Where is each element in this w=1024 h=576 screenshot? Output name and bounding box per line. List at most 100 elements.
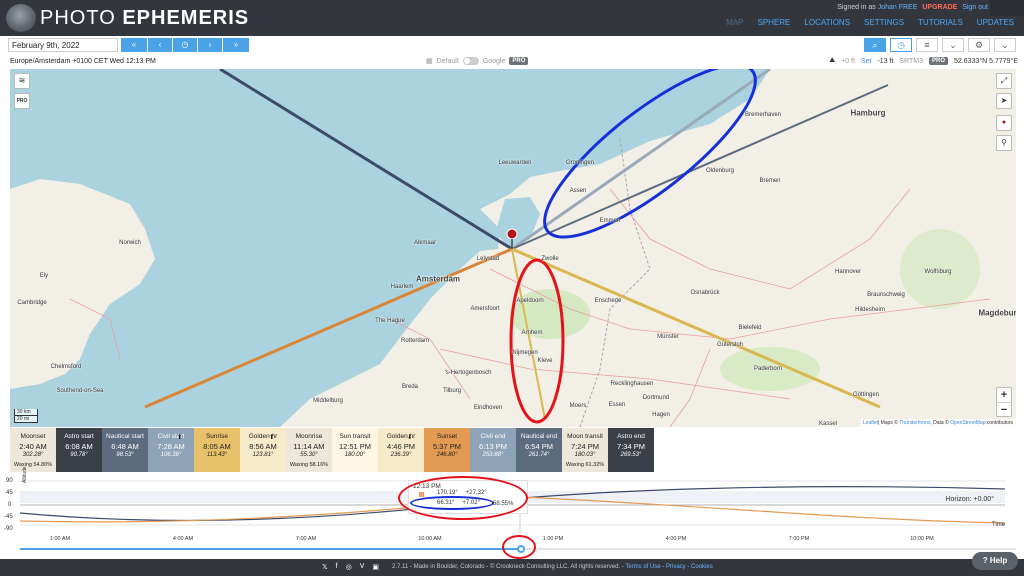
nav-settings[interactable]: SETTINGS (864, 18, 904, 27)
event-tile[interactable]: Astro end 7:34 PM 269.53° (608, 428, 654, 472)
clock-button[interactable]: ◷ (890, 38, 912, 52)
cookies-link[interactable]: Cookies (691, 564, 713, 570)
date-input[interactable] (8, 38, 118, 52)
gear-button[interactable]: ⚙ (968, 38, 990, 52)
locate-icon[interactable]: ➤ (996, 93, 1012, 109)
menu-caret-button[interactable]: ⌄ (942, 38, 964, 52)
set-elevation-link[interactable]: Set (861, 58, 872, 65)
map-label: Emmen (599, 218, 621, 224)
event-tile[interactable]: Nautical start 6:48 AM 98.53° (102, 428, 148, 472)
time-slider-filled[interactable] (20, 548, 520, 550)
app-header: PHOTO EPHEMERIS Signed in as Johan FREE … (0, 0, 1024, 36)
upgrade-link[interactable]: UPGRADE (922, 4, 957, 11)
map-label: Enschede (594, 298, 622, 304)
menu-button[interactable]: ≡ (916, 38, 938, 52)
event-time: 6:48 AM (111, 441, 139, 451)
map-label: Bremerhaven (744, 112, 782, 118)
event-tile[interactable]: Civil end 6:13 PM 253.88° (470, 428, 516, 472)
map-icon: ▦ (426, 58, 433, 65)
annotation-red-ellipse (509, 258, 565, 424)
search-button[interactable]: ⌕ (864, 38, 886, 52)
layers-button[interactable]: ≋ (14, 73, 30, 89)
time-tick: 4:00 PM (665, 536, 687, 542)
prev-day-button[interactable]: « (121, 38, 147, 52)
map-label: Amsterdam (415, 274, 461, 284)
footer-slider-widget[interactable] (10, 561, 70, 573)
help-icon: ? (982, 556, 988, 565)
map-label: Hildesheim (855, 307, 885, 313)
nav-updates[interactable]: UPDATES (977, 18, 1014, 27)
terms-link[interactable]: Terms of Use (625, 564, 660, 570)
event-tile[interactable]: Golden hr 8:56 AM 123.81° (240, 428, 286, 472)
map-label: Hamburg (850, 108, 886, 118)
version-text: 2.7.11 - Made in Boulder, Colorado - © C… (392, 564, 626, 570)
instagram-icon[interactable]: ◎ (346, 563, 352, 571)
toolbar: « ‹ ◷ › » ⌕ ◷ ≡ ⌄ ⚙ ⌄ (0, 36, 1024, 54)
osm-link[interactable]: OpenStreetMap (950, 420, 985, 426)
map-google-label: Google (482, 57, 506, 65)
user-link[interactable]: Johan FREE (878, 4, 918, 11)
attrib-maps-text: | Maps © (877, 420, 900, 426)
event-label: Civil start (157, 433, 185, 440)
thunderforest-link[interactable]: Thunderforest (899, 420, 930, 426)
event-time: 7:24 PM (571, 441, 599, 451)
sign-out-link[interactable]: Sign out (962, 4, 988, 11)
zoom-in-button[interactable]: + (997, 388, 1011, 402)
vimeo-icon[interactable]: V (360, 563, 365, 571)
next-step-button[interactable]: › (198, 38, 222, 52)
nav-sphere[interactable]: SPHERE (757, 18, 790, 27)
event-label: Nautical start (106, 433, 144, 440)
nav-map[interactable]: MAP (726, 18, 743, 27)
nav-tutorials[interactable]: TUTORIALS (918, 18, 963, 27)
y-tick: -90 (4, 526, 13, 532)
event-time: 8:56 AM (249, 441, 277, 451)
event-tile[interactable]: Sunset ⬇ 5:37 PM 246.80° (407, 428, 470, 472)
pro-map-button[interactable]: PRO (14, 93, 30, 109)
y-axis-label: Altitude (22, 466, 28, 483)
secondary-pin-icon[interactable]: ⚲ (996, 135, 1012, 151)
blog-icon[interactable]: ▣ (372, 563, 379, 571)
map-canvas (10, 69, 991, 427)
event-azimuth: 246.80° (436, 452, 458, 458)
privacy-link[interactable]: Privacy (666, 564, 686, 570)
pin-icon[interactable]: ● (996, 115, 1012, 131)
event-tile[interactable]: Moonrise ⬆ 11:14 AM 55.30° Waxing 58.16% (269, 428, 332, 472)
map-label: Eindhoven (473, 405, 503, 411)
now-button[interactable]: ◷ (173, 38, 197, 52)
event-tile[interactable]: Moon transit 7:24 PM 180.03° Waxing 61.32% (562, 428, 608, 472)
map-view[interactable]: Bremerhaven Hamburg Leeuwarden Groningen… (10, 69, 1016, 427)
event-azimuth: 55.30° (300, 452, 318, 458)
map-source-toggle: ▦ Default Google PRO (426, 57, 529, 65)
time-tick: 7:00 PM (788, 536, 810, 542)
event-tile[interactable]: Golden hr 4:46 PM 236.39° (378, 428, 424, 472)
event-tile[interactable]: Nautical end 6:54 PM 261.74° (516, 428, 562, 472)
leaflet-link[interactable]: Leaflet (863, 420, 878, 426)
map-label: Münster (657, 334, 679, 340)
help-button[interactable]: ? Help (972, 552, 1018, 570)
map-source-switch[interactable] (462, 57, 479, 65)
event-tile[interactable]: Moonset⬇2:40 AM302.28°Waxing 54.80% (10, 428, 56, 472)
prev-step-button[interactable]: ‹ (148, 38, 172, 52)
attrib-contrib-text: contributors (985, 420, 1013, 426)
event-tile[interactable]: Civil start 7:28 AM 106.36° (148, 428, 194, 472)
elevation-marker: +0 ft (841, 57, 855, 65)
fullscreen-button[interactable]: ⤢ (996, 73, 1012, 89)
map-label: Kleve (537, 358, 553, 364)
info-bar: Europe/Amsterdam +0100 CET Wed 12:13 PM … (0, 54, 1024, 68)
event-tile[interactable]: Astro start 6:08 AM 90.78° (56, 428, 102, 472)
zoom-control: + − (996, 387, 1012, 417)
twitter-icon[interactable]: 𝕏 (322, 563, 328, 571)
nav-locations[interactable]: LOCATIONS (804, 18, 850, 27)
map-label: Bielefeld (738, 325, 762, 331)
gear-caret-button[interactable]: ⌄ (994, 38, 1016, 52)
zoom-out-button[interactable]: − (997, 402, 1011, 416)
next-day-button[interactable]: » (223, 38, 249, 52)
time-slider-track[interactable] (520, 548, 1016, 550)
event-tile[interactable]: Sunrise ⬆ 8:05 AM 113.43° (177, 428, 240, 472)
facebook-icon[interactable]: f (336, 563, 338, 571)
event-time: 7:28 AM (157, 441, 185, 451)
event-azimuth: 98.53° (116, 452, 134, 458)
event-tile[interactable]: Sun transit 12:51 PM 180.00° (332, 428, 378, 472)
event-label: Golden hr (248, 433, 278, 440)
brand-logo[interactable]: PHOTO EPHEMERIS (40, 7, 249, 30)
